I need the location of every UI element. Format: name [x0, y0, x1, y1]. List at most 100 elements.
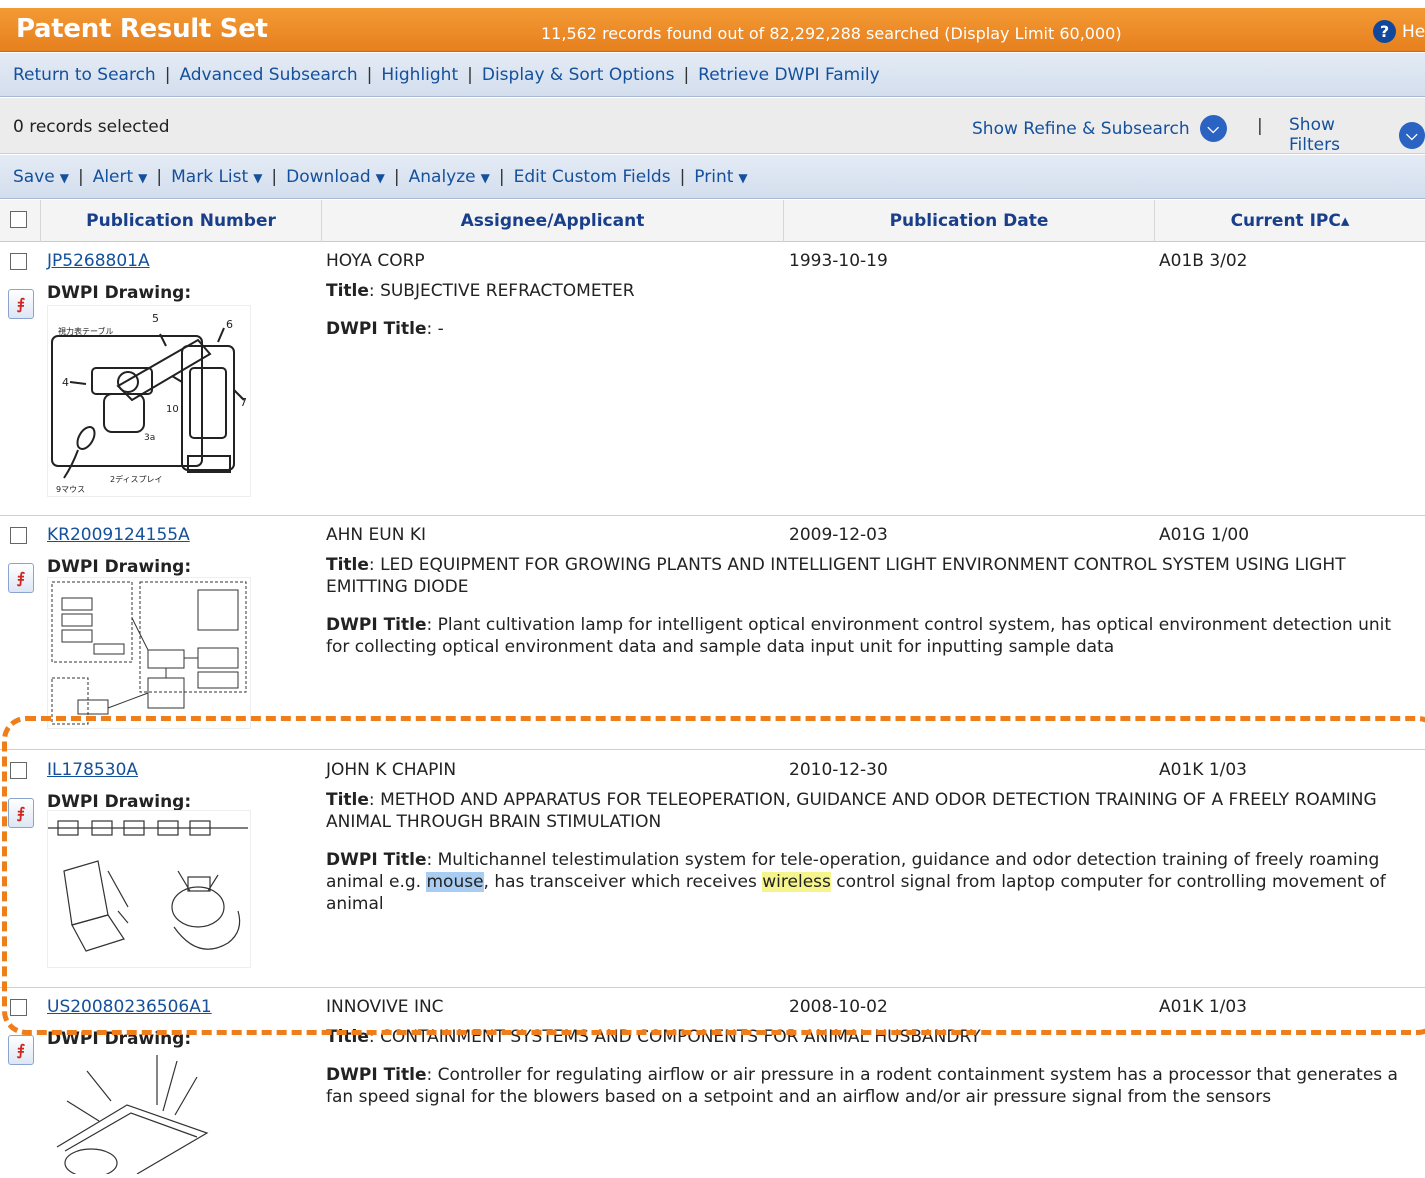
dwpi-title-label: DWPI Title: [326, 319, 427, 339]
assignee-value: AHN EUN KI: [326, 525, 426, 545]
patent-drawing-image[interactable]: 視力表テーブル 5 6 4 10 7 3a 2ディスプレイ 9マウス: [47, 305, 251, 497]
dwpi-title-label: DWPI Title: [326, 615, 427, 635]
toolbar-separator: |: [393, 166, 400, 187]
title-line: Title: SUBJECTIVE REFRACTOMETER: [326, 281, 635, 301]
drawing-number: 3a: [144, 433, 155, 443]
display-sort-options-link[interactable]: Display & Sort Options: [482, 65, 675, 85]
save-menu[interactable]: Save ▼: [13, 167, 69, 187]
download-menu[interactable]: Download ▼: [286, 167, 385, 187]
toolbar-separator: |: [498, 166, 505, 187]
dwpi-title-line: DWPI Title: -: [326, 319, 444, 339]
records-selected-count: 0 records selected: [13, 117, 170, 137]
pdf-icon[interactable]: ⨎: [8, 1035, 34, 1065]
publication-number-link[interactable]: JP5268801A: [47, 251, 150, 271]
publication-number-link[interactable]: IL178530A: [47, 760, 138, 780]
toolbar-separator: |: [271, 166, 278, 187]
pdf-icon[interactable]: ⨎: [8, 289, 34, 319]
dwpi-drawing-label: DWPI Drawing:: [47, 1029, 192, 1049]
dwpi-title-line: DWPI Title: Multichannel telestimulation…: [326, 850, 1386, 914]
patent-drawing-image[interactable]: [47, 1051, 251, 1178]
dwpi-title-value: Controller for regulating airflow or air…: [326, 1065, 1398, 1107]
page-title: Patent Result Set: [16, 14, 268, 44]
row-checkbox[interactable]: [10, 762, 27, 779]
pdf-icon[interactable]: ⨎: [8, 563, 34, 593]
column-header-publication-number[interactable]: Publication Number: [40, 200, 322, 242]
show-filters-toggle[interactable]: Show Filters ⌵: [1289, 115, 1425, 155]
patent-drawing-image[interactable]: [47, 577, 251, 729]
row-details: Title: METHOD AND APPARATUS FOR TELEOPER…: [326, 789, 1416, 931]
edit-custom-fields-link[interactable]: Edit Custom Fields: [514, 167, 671, 187]
help-link[interactable]: ? He: [1373, 20, 1425, 43]
drawing-text: 9マウス: [56, 485, 85, 494]
row-details: Title: CONTAINMENT SYSTEMS AND COMPONENT…: [326, 1026, 1416, 1124]
table-row: IL178530A JOHN K CHAPIN 2010-12-30 A01K …: [0, 752, 1425, 988]
patent-drawing-image[interactable]: [47, 810, 251, 968]
help-label[interactable]: He: [1402, 22, 1425, 42]
dwpi-drawing-label: DWPI Drawing:: [47, 792, 192, 812]
publication-number-link[interactable]: US20080236506A1: [47, 997, 212, 1017]
dwpi-title-part: , has transceiver which receives: [483, 872, 763, 892]
show-refine-subsearch-label[interactable]: Show Refine & Subsearch: [972, 119, 1190, 139]
analyze-menu[interactable]: Analyze ▼: [409, 167, 490, 187]
download-label[interactable]: Download: [286, 167, 371, 187]
alert-label[interactable]: Alert: [93, 167, 133, 187]
select-all-checkbox[interactable]: [10, 211, 27, 228]
analyze-label[interactable]: Analyze: [409, 167, 476, 187]
title-value: LED EQUIPMENT FOR GROWING PLANTS AND INT…: [326, 555, 1346, 597]
records-count: 11,562 records found out of 82,292,288 s…: [541, 24, 1122, 43]
return-to-search-link[interactable]: Return to Search: [13, 65, 156, 85]
publication-number-link[interactable]: KR2009124155A: [47, 525, 190, 545]
toggle-separator: |: [1257, 116, 1263, 136]
publication-date-value: 2010-12-30: [789, 760, 888, 780]
title-label: Title: [326, 555, 369, 575]
action-toolbar: Save ▼ | Alert ▼ | Mark List ▼ | Download ▼ …: [0, 155, 1425, 199]
save-label[interactable]: Save: [13, 167, 55, 187]
dwpi-title-line: DWPI Title: Plant cultivation lamp for i…: [326, 615, 1392, 657]
table-row: JP5268801A HOYA CORP 1993-10-19 A01B 3/0…: [0, 243, 1425, 516]
advanced-subsearch-link[interactable]: Advanced Subsearch: [179, 65, 357, 85]
row-checkbox[interactable]: [10, 999, 27, 1016]
title-label: Title: [326, 790, 369, 810]
dropdown-arrow-icon[interactable]: ▼: [253, 171, 262, 185]
title-label: Title: [326, 281, 369, 301]
alert-menu[interactable]: Alert ▼: [93, 167, 148, 187]
publication-date-value: 2008-10-02: [789, 997, 888, 1017]
highlighted-term-wireless: wireless: [762, 872, 831, 892]
dropdown-arrow-icon[interactable]: ▼: [138, 171, 147, 185]
dropdown-arrow-icon[interactable]: ▼: [60, 171, 69, 185]
column-header-publication-date[interactable]: Publication Date: [784, 200, 1155, 242]
highlighted-term-mouse: mouse: [426, 872, 484, 892]
show-filters-label[interactable]: Show Filters: [1289, 115, 1389, 155]
dwpi-title-line: DWPI Title: Controller for regulating ai…: [326, 1065, 1398, 1107]
column-header-current-ipc[interactable]: Current IPC▴: [1155, 200, 1425, 242]
drawing-number: 10: [166, 404, 179, 415]
help-icon[interactable]: ?: [1373, 20, 1396, 43]
drawing-number: 6: [226, 318, 233, 331]
ipc-value: A01K 1/03: [1159, 997, 1247, 1017]
containment-system-drawing: [56, 1055, 209, 1178]
mark-list-menu[interactable]: Mark List ▼: [171, 167, 262, 187]
row-checkbox[interactable]: [10, 253, 27, 270]
dropdown-arrow-icon[interactable]: ▼: [376, 171, 385, 185]
dropdown-arrow-icon[interactable]: ▼: [738, 171, 747, 185]
chevron-down-icon[interactable]: ⌵: [1199, 115, 1227, 142]
print-menu[interactable]: Print ▼: [694, 167, 747, 187]
retrieve-dwpi-family-link[interactable]: Retrieve DWPI Family: [698, 65, 880, 85]
nav-separator: |: [683, 64, 690, 85]
column-header-assignee[interactable]: Assignee/Applicant: [322, 200, 784, 242]
mark-list-label[interactable]: Mark List: [171, 167, 248, 187]
print-label[interactable]: Print: [694, 167, 733, 187]
dropdown-arrow-icon[interactable]: ▼: [481, 171, 490, 185]
result-nav-bar: Return to Search | Advanced Subsearch | …: [0, 53, 1425, 97]
title-line: Title: CONTAINMENT SYSTEMS AND COMPONENT…: [326, 1027, 981, 1047]
drawing-number: 5: [152, 312, 159, 325]
show-refine-subsearch-toggle[interactable]: Show Refine & Subsearch ⌵: [972, 115, 1227, 142]
pdf-icon[interactable]: ⨎: [8, 798, 34, 828]
chevron-down-icon[interactable]: ⌵: [1398, 121, 1425, 149]
highlight-link[interactable]: Highlight: [381, 65, 458, 85]
drawing-text: 視力表テーブル: [58, 326, 114, 336]
toolbar-separator: |: [156, 166, 163, 187]
ipc-value: A01K 1/03: [1159, 760, 1247, 780]
row-checkbox[interactable]: [10, 527, 27, 544]
title-bar: Patent Result Set 11,562 records found o…: [0, 8, 1425, 52]
